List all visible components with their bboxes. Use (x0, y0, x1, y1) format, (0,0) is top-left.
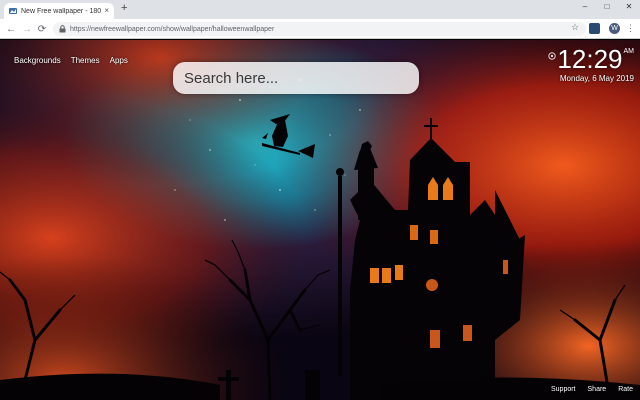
profile-avatar[interactable]: W (609, 23, 620, 34)
clock-ampm: AM (623, 48, 635, 55)
back-button[interactable]: ← (4, 22, 18, 36)
extension-puzzle-icon[interactable] (589, 23, 600, 34)
favicon-icon (9, 7, 17, 15)
reload-button[interactable]: ⟳ (35, 22, 49, 36)
lock-icon[interactable] (59, 25, 67, 33)
nav-backgrounds[interactable]: Backgrounds (14, 56, 61, 65)
browser-tab[interactable]: New Free wallpaper - 1805201 × (4, 3, 114, 19)
tab-title: New Free wallpaper - 1805201 (21, 7, 102, 15)
clock-time: 12:29 (557, 44, 623, 74)
nav-themes[interactable]: Themes (71, 56, 100, 65)
close-window-button[interactable]: ✕ (618, 0, 640, 14)
bookmark-star-icon[interactable]: ☆ (571, 22, 579, 33)
new-tab-page: Backgrounds Themes Apps 12:29AM Monday, … (0, 40, 640, 400)
footer-share-link[interactable]: Share (588, 386, 607, 393)
clock-widget: 12:29AM Monday, 6 May 2019 (557, 46, 634, 83)
address-bar[interactable]: https://newfreewallpaper.com/show/wallpa… (53, 22, 586, 36)
footer-links: Support Share Rate (551, 386, 633, 393)
top-navigation: Backgrounds Themes Apps (14, 56, 128, 65)
halloween-wallpaper (0, 40, 640, 400)
date-label: Monday, 6 May 2019 (559, 74, 634, 83)
tab-strip: New Free wallpaper - 1805201 × + – □ ✕ (0, 0, 640, 19)
chrome-menu-icon[interactable]: ⋮ (626, 22, 635, 34)
gear-icon[interactable] (547, 51, 557, 61)
search-box[interactable] (173, 62, 419, 94)
forward-button[interactable]: → (20, 22, 34, 36)
new-tab-button[interactable]: + (121, 3, 127, 14)
minimize-button[interactable]: – (574, 0, 596, 14)
search-input[interactable] (184, 69, 419, 87)
footer-rate-link[interactable]: Rate (618, 386, 633, 393)
browser-toolbar: ← → ⟳ https://newfreewallpaper.com/show/… (0, 19, 640, 39)
window-controls: – □ ✕ (574, 0, 640, 14)
url-text[interactable]: https://newfreewallpaper.com/show/wallpa… (70, 26, 274, 33)
maximize-button[interactable]: □ (596, 0, 618, 14)
tab-close-icon[interactable]: × (104, 7, 109, 15)
footer-support-link[interactable]: Support (551, 386, 576, 393)
nav-apps[interactable]: Apps (110, 56, 128, 65)
clock-time-row: 12:29AM (557, 46, 634, 72)
